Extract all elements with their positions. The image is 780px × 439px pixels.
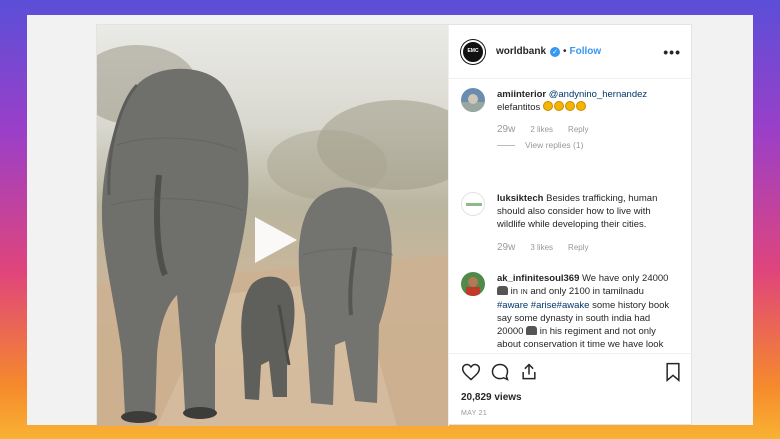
comment-body-b: in <box>510 286 519 297</box>
view-replies-label: View replies (1) <box>525 140 584 150</box>
instagram-post: EMC worldbank ✓ • Follow ••• amiinterior… <box>96 24 694 426</box>
more-options-icon[interactable]: ••• <box>663 44 681 60</box>
post-video[interactable] <box>97 25 448 426</box>
avatar-image <box>461 272 485 296</box>
comment-mention[interactable]: @andynino_hernandez <box>549 89 647 100</box>
post-date: MAY 21 <box>461 410 488 417</box>
emoji-icons <box>542 101 587 113</box>
comment-time: 29w <box>497 242 516 253</box>
comment-likes[interactable]: 3 likes <box>530 243 553 253</box>
post-actions: 20,829 views MAY 21 <box>449 353 694 426</box>
comment-avatar[interactable] <box>461 192 485 216</box>
comment-body-a: We have only 24000 <box>582 273 669 284</box>
comment-body-c: and only 2100 in tamilnadu <box>530 286 644 297</box>
share-icon[interactable] <box>519 362 539 382</box>
comment-body: elefantitos <box>497 102 541 113</box>
view-replies-button[interactable]: View replies (1) <box>461 140 583 150</box>
replies-line <box>497 144 515 146</box>
comment-text: luksiktech Besides trafficking, human sh… <box>497 192 677 231</box>
comment-icon[interactable] <box>490 362 510 382</box>
play-button[interactable] <box>251 215 299 265</box>
comment-meta: 29w 2 likes Reply <box>497 124 589 135</box>
comment-likes[interactable]: 2 likes <box>530 125 553 135</box>
comment-text: amiinterior @andynino_hernandez elefanti… <box>497 88 677 114</box>
view-count[interactable]: 20,829 views <box>461 392 522 403</box>
post-header: EMC worldbank ✓ • Follow ••• <box>449 25 693 79</box>
elephant-emoji-icon <box>497 286 508 295</box>
comments-list[interactable]: amiinterior @andynino_hernandez elefanti… <box>449 80 694 353</box>
avatar-image <box>462 193 484 215</box>
comment-time: 29w <box>497 124 516 135</box>
comment-username[interactable]: amiinterior <box>497 89 546 100</box>
avatar-image <box>461 88 485 112</box>
play-icon <box>255 217 297 263</box>
comment-avatar[interactable] <box>461 272 485 296</box>
logo-text: EMC <box>467 48 479 54</box>
comment-username[interactable]: ak_infinitesoul369 <box>497 273 579 284</box>
action-icons <box>461 362 682 384</box>
separator-dot: • <box>563 46 567 57</box>
heart-icon[interactable] <box>461 362 481 382</box>
follow-button[interactable]: Follow <box>570 46 602 57</box>
comment-avatar[interactable] <box>461 88 485 112</box>
comment-text: ak_infinitesoul369 We have only 24000 in… <box>497 272 677 353</box>
comment-reply-button[interactable]: Reply <box>568 243 588 253</box>
comment-reply-button[interactable]: Reply <box>568 125 588 135</box>
verified-badge-icon: ✓ <box>550 46 561 57</box>
comment-meta: 29w 3 likes Reply <box>497 242 589 253</box>
post-sidebar: EMC worldbank ✓ • Follow ••• amiinterior… <box>448 25 694 426</box>
account-username[interactable]: worldbank <box>496 46 546 57</box>
bookmark-icon[interactable] <box>664 362 682 382</box>
comment-username[interactable]: luksiktech <box>497 193 543 204</box>
elephant-emoji-icon <box>526 326 538 335</box>
india-flag-icon: IN <box>520 289 528 296</box>
account-avatar[interactable]: EMC <box>461 39 485 64</box>
comment-hashtags[interactable]: #aware #arise#awake <box>497 300 589 311</box>
